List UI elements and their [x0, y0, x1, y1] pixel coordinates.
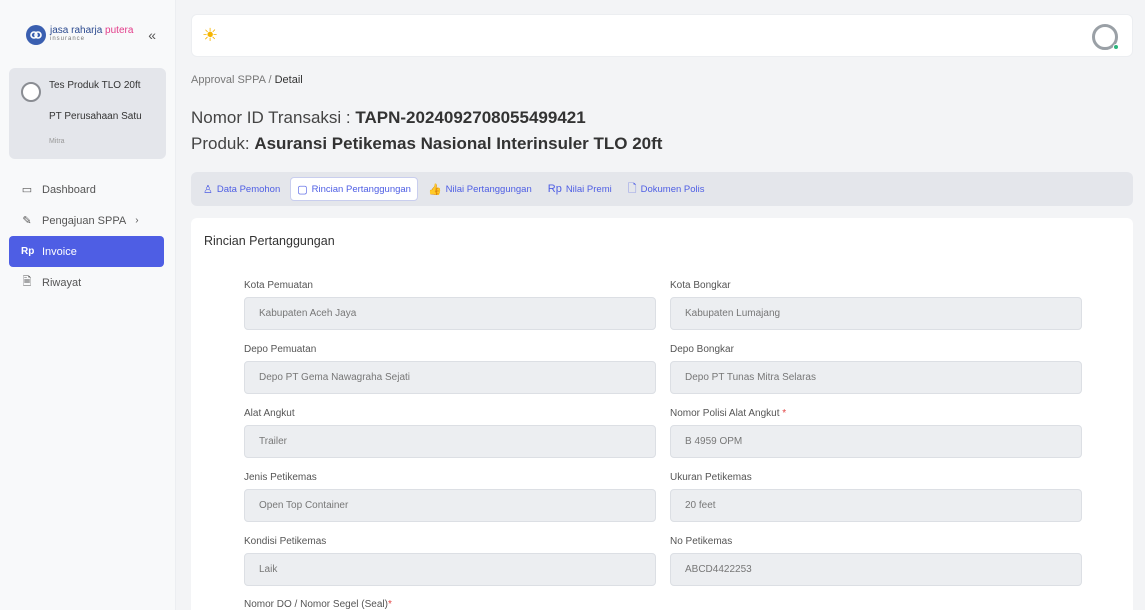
- tab-label: Nilai Premi: [565, 183, 612, 195]
- tab-data-pemohon[interactable]: ♙ Data Pemohon: [197, 177, 286, 201]
- ukuran-petikemas-label: Ukuran Petikemas: [670, 472, 752, 483]
- kota-pemuatan-label: Kota Pemuatan: [244, 280, 313, 291]
- card-title: Rincian Pertanggungan: [204, 234, 335, 248]
- required-asterisk: *: [387, 599, 392, 610]
- tab-dokumen-polis[interactable]: 🗋 Dokumen Polis: [622, 177, 711, 201]
- profile-role: Mitra: [49, 138, 65, 145]
- sidebar-item-pengajuan-sppa[interactable]: ✎ Pengajuan SPPA ›: [9, 205, 164, 236]
- depo-bongkar-field[interactable]: [670, 361, 1082, 394]
- product-label: Produk:: [191, 134, 255, 153]
- monitor-icon: ▭: [21, 184, 33, 196]
- collapse-sidebar-button[interactable]: «: [148, 27, 156, 43]
- pencil-icon: ✎: [22, 215, 32, 227]
- tab-label: Dokumen Polis: [640, 183, 705, 195]
- profile-name: Tes Produk TLO 20ft: [49, 80, 141, 91]
- transaction-id-heading: Nomor ID Transaksi : TAPN-20240927080554…: [191, 108, 586, 128]
- kondisi-petikemas-label: Kondisi Petikemas: [244, 536, 327, 547]
- depo-pemuatan-field[interactable]: [244, 361, 656, 394]
- sidebar-item-label: Dashboard: [42, 183, 96, 196]
- tab-label: Rincian Pertanggungan: [311, 183, 411, 195]
- nomor-do-label: Nomor DO / Nomor Segel (Seal)*: [244, 599, 392, 610]
- product-heading: Produk: Asuransi Petikemas Nasional Inte…: [191, 134, 662, 154]
- sidebar-item-label: Invoice: [42, 245, 77, 258]
- nomor-polisi-label: Nomor Polisi Alat Angkut *: [670, 408, 786, 419]
- brand-logo[interactable]: jasa raharja putera insurance «: [26, 24, 166, 46]
- breadcrumb-current: Detail: [274, 74, 303, 86]
- sidebar-nav: ▭ Dashboard ✎ Pengajuan SPPA › Rp Invoic…: [9, 174, 164, 298]
- rupiah-icon: Rp: [21, 246, 35, 257]
- tab-nilai-pertanggungan[interactable]: 👍 Nilai Pertanggungan: [422, 177, 538, 201]
- jenis-petikemas-field[interactable]: [244, 489, 656, 522]
- breadcrumb-separator: /: [265, 74, 275, 86]
- logo-mark-icon: [26, 25, 46, 45]
- clipboard-icon: ▢: [297, 183, 308, 196]
- detail-tabs: ♙ Data Pemohon ▢ Rincian Pertanggungan 👍…: [191, 172, 1133, 206]
- tab-label: Data Pemohon: [216, 183, 281, 195]
- nomor-polisi-field[interactable]: [670, 425, 1082, 458]
- tab-nilai-premi[interactable]: Rp Nilai Premi: [542, 177, 618, 201]
- sidebar-item-riwayat[interactable]: 🗎 Riwayat: [9, 267, 164, 298]
- nomor-polisi-label-text: Nomor Polisi Alat Angkut: [670, 408, 783, 419]
- kota-bongkar-label: Kota Bongkar: [670, 280, 731, 291]
- no-petikemas-field[interactable]: [670, 553, 1082, 586]
- avatar: [21, 82, 41, 102]
- logo-text: jasa raharja putera insurance: [50, 25, 134, 43]
- nomor-do-label-text: Nomor DO / Nomor Segel (Seal): [244, 599, 388, 610]
- kondisi-petikemas-field[interactable]: [244, 553, 656, 586]
- tab-rincian-pertanggungan[interactable]: ▢ Rincian Pertanggungan: [290, 177, 418, 201]
- file-icon: 🗋: [627, 182, 637, 195]
- profile-card: Tes Produk TLO 20ft PT Perusahaan Satu M…: [9, 68, 166, 159]
- transaction-id-value: TAPN-2024092708055499421: [355, 108, 586, 127]
- kota-bongkar-field[interactable]: [670, 297, 1082, 330]
- breadcrumb-parent[interactable]: Approval SPPA: [191, 74, 265, 86]
- chevron-right-icon: ›: [135, 215, 139, 226]
- thumbs-up-icon: 👍: [427, 183, 442, 196]
- required-asterisk: *: [782, 408, 787, 419]
- breadcrumb: Approval SPPA / Detail: [191, 74, 303, 86]
- sidebar-item-dashboard[interactable]: ▭ Dashboard: [9, 174, 164, 205]
- online-status-dot: [1113, 44, 1119, 50]
- sidebar-item-label: Pengajuan SPPA: [42, 214, 127, 227]
- rupiah-icon: Rp: [547, 183, 562, 195]
- tab-label: Nilai Pertanggungan: [445, 183, 532, 195]
- alat-angkut-field[interactable]: [244, 425, 656, 458]
- depo-bongkar-label: Depo Bongkar: [670, 344, 734, 355]
- top-bar: ☀: [191, 14, 1133, 57]
- theme-toggle-sun-icon[interactable]: ☀: [202, 25, 218, 46]
- depo-pemuatan-label: Depo Pemuatan: [244, 344, 317, 355]
- product-value: Asuransi Petikemas Nasional Interinsuler…: [254, 134, 663, 153]
- kota-pemuatan-field[interactable]: [244, 297, 656, 330]
- user-icon: ♙: [203, 183, 213, 196]
- coverage-details-card: Rincian Pertanggungan Kota Pemuatan Kota…: [191, 218, 1133, 610]
- jenis-petikemas-label: Jenis Petikemas: [244, 472, 317, 483]
- sidebar-item-invoice[interactable]: Rp Invoice: [9, 236, 164, 267]
- alat-angkut-label: Alat Angkut: [244, 408, 295, 419]
- transaction-id-label: Nomor ID Transaksi :: [191, 108, 356, 127]
- document-icon: 🗎: [22, 276, 32, 288]
- ukuran-petikemas-field[interactable]: [670, 489, 1082, 522]
- sidebar-item-label: Riwayat: [42, 276, 82, 289]
- sidebar: jasa raharja putera insurance « Tes Prod…: [0, 0, 176, 610]
- no-petikemas-label: No Petikemas: [670, 536, 733, 547]
- logo-subtitle: insurance: [50, 36, 86, 42]
- profile-company: PT Perusahaan Satu: [49, 111, 142, 122]
